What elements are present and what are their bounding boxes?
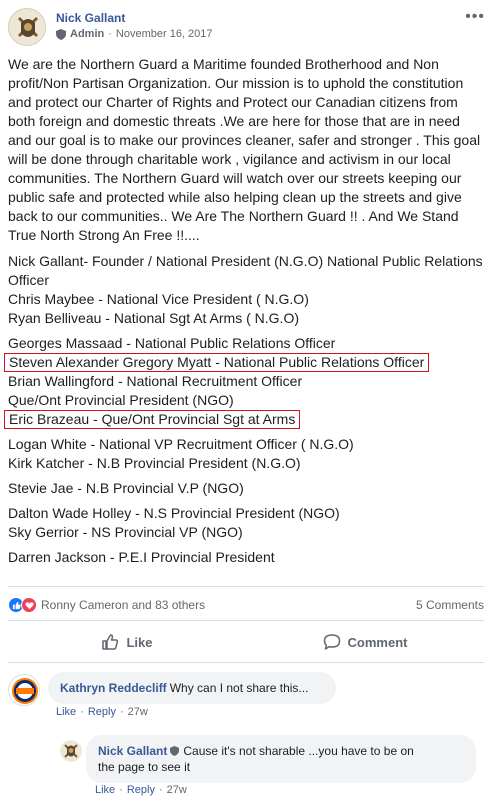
divider [8, 662, 484, 663]
intro-line: We are the Northern Guard a Maritime fou… [8, 56, 439, 72]
reply-author-avatar[interactable] [60, 740, 82, 762]
divider [8, 620, 484, 621]
intro-line: both foreign and domestic threats .We ar… [8, 113, 460, 129]
highlight-box: Eric Brazeau - Que/Ont Provincial Sgt at… [4, 410, 301, 429]
commenter-avatar[interactable] [8, 674, 40, 706]
comment-time[interactable]: 27w [128, 706, 148, 718]
comment-like-link[interactable]: Like [56, 706, 76, 718]
reply-time[interactable]: 27w [167, 784, 187, 796]
roster-line: Chris Maybee - National Vice President (… [8, 291, 309, 307]
author-role: Admin [70, 28, 105, 40]
roster-line: Officer [8, 272, 49, 288]
comment-button[interactable]: Comment [246, 626, 484, 658]
intro-line: profit/Non Partisan Organization. Our mi… [8, 75, 464, 91]
comment-actions: Like · Reply · 27w [56, 706, 148, 718]
reply-reply-link[interactable]: Reply [127, 784, 155, 796]
love-reaction-icon [21, 597, 37, 613]
roster-line: Stevie Jae - N.B Provincial V.P (NGO) [8, 480, 244, 496]
more-options-icon[interactable]: ••• [465, 8, 485, 26]
intro-line: and our goal is to make our provinces cl… [8, 132, 481, 148]
admin-shield-icon [56, 28, 66, 40]
reply-like-link[interactable]: Like [95, 784, 115, 796]
comment-icon [323, 634, 340, 650]
comment-label: Comment [347, 634, 408, 650]
reply-author[interactable]: Nick Gallant [98, 744, 167, 758]
roster-line: Georges Massaad - National Public Relati… [8, 335, 336, 351]
intro-line: public safe and protected while also hel… [8, 189, 462, 205]
reply-bubble: Nick Gallant Cause it's not sharable ...y… [86, 735, 476, 783]
comment-reply-link[interactable]: Reply [88, 706, 116, 718]
roster-line-highlighted: Steven Alexander Gregory Myatt - Nationa… [4, 353, 490, 372]
admin-shield-icon [170, 746, 180, 756]
intro-paragraph: We are the Northern Guard a Maritime fou… [8, 55, 490, 245]
separator-dot: · [108, 28, 112, 40]
author-name[interactable]: Nick Gallant [56, 11, 125, 25]
post-actions: Like Comment [8, 626, 484, 658]
intro-line: and protect our Charter of Rights and Pr… [8, 94, 458, 110]
roster-line: Sky Gerrior - NS Provincial VP (NGO) [8, 524, 243, 540]
reaction-icons[interactable] [8, 597, 37, 613]
intro-line: will be done through charitable work , v… [8, 151, 451, 167]
roster-line-highlighted: Eric Brazeau - Que/Ont Provincial Sgt at… [4, 410, 490, 429]
roster-line: Brian Wallingford - National Recruitment… [8, 373, 303, 389]
reactions-text[interactable]: Ronny Cameron and 83 others [41, 598, 205, 612]
reply-text: Cause it's not sharable ...you have to b… [183, 744, 414, 758]
intro-line: back to our communities.. We Are The Nor… [8, 208, 459, 224]
thumbs-up-icon [102, 634, 119, 650]
roster-line: Darren Jackson - P.E.I Provincial Presid… [8, 549, 275, 565]
roster-line: Kirk Katcher - N.B Provincial President … [8, 455, 301, 471]
intro-line: True North Strong An Free !!.... [8, 227, 200, 243]
post-date[interactable]: November 16, 2017 [116, 28, 213, 40]
post-meta: Admin · November 16, 2017 [56, 28, 213, 40]
intro-line: communities. The Northern Guard will wat… [8, 170, 462, 186]
reply-actions: Like · Reply · 27w [95, 784, 187, 796]
oilers-logo-avatar [9, 675, 39, 705]
divider [8, 586, 484, 587]
author-avatar[interactable] [8, 8, 46, 46]
facebook-post: Nick Gallant Admin · November 16, 2017 •… [0, 0, 495, 803]
reply-text: the page to see it [98, 760, 191, 774]
comments-count[interactable]: 5 Comments [416, 598, 484, 612]
post-body: We are the Northern Guard a Maritime fou… [4, 55, 490, 567]
comment-bubble: Kathryn Reddecliff Why can I not share th… [48, 672, 336, 704]
reactions-bar: Ronny Cameron and 83 others 5 Comments [8, 597, 484, 613]
roster-line: Que/Ont Provincial President (NGO) [8, 392, 234, 408]
roster-line: Logan White - National VP Recruitment Of… [8, 436, 354, 452]
roster-line: Dalton Wade Holley - N.S Provincial Pres… [8, 505, 340, 521]
like-button[interactable]: Like [8, 626, 246, 658]
roster-line: Ryan Belliveau - National Sgt At Arms ( … [8, 310, 299, 326]
roster-line: Nick Gallant- Founder / National Preside… [8, 253, 483, 269]
comment-text: Why can I not share this... [169, 681, 309, 695]
northern-guard-crest-avatar [60, 740, 82, 762]
comment-author[interactable]: Kathryn Reddecliff [60, 681, 167, 695]
highlight-box: Steven Alexander Gregory Myatt - Nationa… [4, 353, 430, 372]
like-label: Like [126, 634, 153, 650]
